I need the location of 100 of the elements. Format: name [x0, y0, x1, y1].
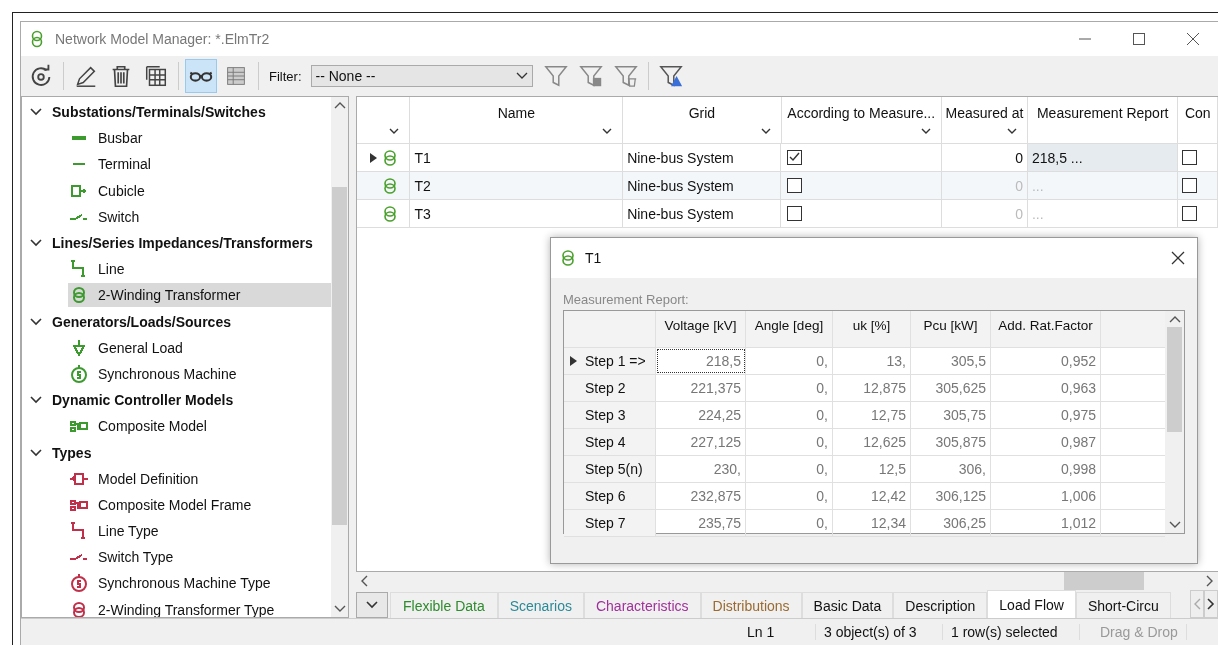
scrollbar-thumb[interactable]: [1064, 572, 1144, 590]
tree-section[interactable]: Types: [52, 444, 92, 461]
tree-item[interactable]: Model Definition: [68, 466, 331, 491]
table-cell: 1,006: [991, 483, 1101, 509]
tree-section[interactable]: Dynamic Controller Models: [52, 392, 234, 409]
close-icon[interactable]: [1186, 32, 1200, 46]
scroll-up-icon[interactable]: [333, 101, 346, 109]
column-header[interactable]: Name: [410, 97, 624, 143]
checkbox[interactable]: [1182, 150, 1198, 165]
checkbox[interactable]: [1182, 178, 1198, 193]
column-header[interactable]: Measured at: [941, 97, 1028, 143]
chevron-icon[interactable]: [30, 395, 42, 406]
checkbox[interactable]: [787, 178, 803, 193]
chevron-icon[interactable]: [30, 107, 42, 118]
scroll-up-icon[interactable]: [1168, 315, 1181, 323]
status-text: Ln 1: [739, 624, 816, 640]
tree-item[interactable]: Switch Type: [68, 545, 331, 570]
tree-item[interactable]: Busbar: [68, 126, 331, 151]
table-cell: 227,125: [656, 429, 746, 455]
dropdown-caret-icon[interactable]: [515, 72, 528, 80]
column-header[interactable]: Grid: [623, 97, 782, 143]
tree-item[interactable]: Line: [68, 257, 331, 282]
table-cell[interactable]: 218,5 ...: [1027, 144, 1179, 171]
column-header[interactable]: Add. Rat.Factor: [991, 311, 1101, 347]
scroll-down-icon[interactable]: [333, 605, 346, 613]
table-cell: 12,75: [833, 402, 911, 428]
row-header[interactable]: Step 4: [564, 429, 656, 455]
column-header[interactable]: Pcu [kW]: [911, 311, 991, 347]
table-cell: 218,5: [656, 348, 746, 374]
scroll-down-icon[interactable]: [1168, 521, 1181, 529]
tree-item[interactable]: Composite Model Frame: [68, 492, 331, 517]
tree-item[interactable]: Synchronous Machine Type: [68, 571, 331, 596]
tree-section[interactable]: Substations/Terminals/Switches: [52, 104, 266, 121]
tree-item[interactable]: Composite Model: [68, 414, 331, 439]
table-cell: 305,75: [911, 402, 991, 428]
column-header[interactable]: uk [%]: [833, 311, 911, 347]
table-cell: 232,875: [656, 483, 746, 509]
transformer-icon: [31, 30, 43, 48]
chevron-right-icon[interactable]: [1207, 598, 1215, 610]
tab[interactable]: Load Flow: [987, 590, 1076, 618]
tree-section[interactable]: Lines/Series Impedances/Transformers: [52, 235, 313, 252]
caret-icon[interactable]: [366, 601, 378, 609]
table-cell: 0,: [746, 429, 833, 455]
caret-icon[interactable]: [760, 128, 771, 135]
table-cell: 0: [941, 172, 1028, 199]
tab[interactable]: Flexible Data: [390, 592, 498, 618]
row-header[interactable]: Step 7: [564, 510, 656, 536]
tree-item[interactable]: 2-Winding Transformer: [68, 283, 331, 308]
close-icon[interactable]: [1171, 251, 1185, 265]
checkbox[interactable]: [787, 206, 803, 221]
tab[interactable]: Scenarios: [497, 592, 584, 618]
row-header[interactable]: Step 3: [564, 402, 656, 428]
tab[interactable]: Description: [893, 592, 988, 618]
tree-item[interactable]: Synchronous Machine: [68, 361, 331, 386]
column-header[interactable]: Con: [1178, 97, 1218, 143]
checkbox[interactable]: [787, 150, 803, 165]
column-header[interactable]: Measurement Report: [1028, 97, 1179, 143]
table-cell: 0,952: [991, 348, 1101, 374]
tab[interactable]: Distributions: [700, 592, 802, 618]
caret-icon[interactable]: [1007, 128, 1017, 135]
row-header[interactable]: Step 5(n): [564, 456, 656, 482]
table-cell: Nine-bus System: [623, 200, 782, 227]
scrollbar-thumb[interactable]: [1167, 327, 1182, 432]
tree-section[interactable]: Generators/Loads/Sources: [52, 313, 231, 330]
chevron-icon[interactable]: [30, 316, 42, 327]
scrollbar-thumb[interactable]: [332, 187, 347, 525]
column-header[interactable]: According to Measure...: [781, 97, 942, 143]
scrollbar[interactable]: [331, 97, 348, 617]
table-cell: 12,5: [833, 456, 911, 482]
tab[interactable]: Characteristics: [583, 592, 701, 618]
maximize-icon[interactable]: [1132, 32, 1146, 46]
filter-dropdown[interactable]: -- None --: [310, 65, 533, 87]
tab[interactable]: Short-Circu: [1075, 592, 1171, 618]
checkbox[interactable]: [1182, 206, 1198, 221]
row-header[interactable]: Step 2: [564, 375, 656, 401]
chevron-icon[interactable]: [30, 447, 42, 458]
tree-item[interactable]: Cubicle: [68, 178, 331, 203]
row-header[interactable]: Step 1 =>: [564, 348, 656, 374]
caret-icon[interactable]: [389, 128, 400, 135]
scroll-right-icon[interactable]: [1206, 575, 1214, 587]
row-header[interactable]: Step 6: [564, 483, 656, 509]
caret-icon[interactable]: [920, 128, 931, 135]
scroll-left-icon[interactable]: [360, 575, 368, 587]
column-header[interactable]: Voltage [kV]: [656, 311, 746, 347]
tree-item[interactable]: Line Type: [68, 519, 331, 544]
column-header[interactable]: Angle [deg]: [746, 311, 833, 347]
tree-item[interactable]: Terminal: [68, 152, 331, 177]
tree-item[interactable]: General Load: [68, 335, 331, 360]
table-cell: 235,75: [656, 510, 746, 536]
transformer-icon: [561, 249, 575, 267]
status-text: Drag & Drop: [1080, 624, 1187, 640]
tab[interactable]: Basic Data: [801, 592, 894, 618]
transformer-icon: [382, 148, 397, 167]
tree-item[interactable]: 2-Winding Transformer Type: [68, 597, 331, 617]
caret-icon[interactable]: [602, 128, 613, 135]
scrollbar[interactable]: [1165, 311, 1184, 533]
chevron-icon[interactable]: [30, 238, 42, 249]
tab-menu-button[interactable]: [356, 592, 388, 618]
tree-item[interactable]: Switch: [68, 204, 331, 229]
tab-scroll-right-button[interactable]: [1204, 590, 1218, 618]
